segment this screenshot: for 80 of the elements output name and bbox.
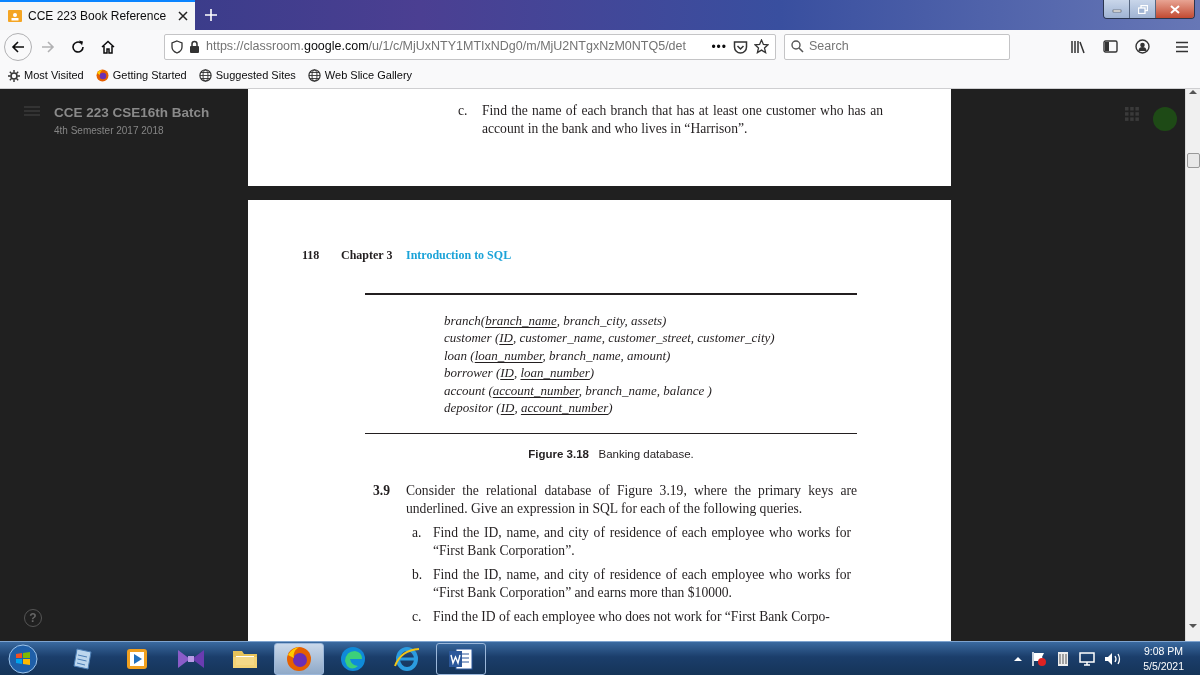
scrollbar[interactable]	[1185, 89, 1200, 641]
home-icon	[100, 38, 116, 55]
schema-line: branch(branch_name, branch_city, assets)	[444, 312, 668, 330]
close-icon	[177, 10, 189, 22]
scrollbar-thumb[interactable]	[1186, 153, 1200, 168]
class-subtitle: 4th Semester 2017 2018	[54, 124, 165, 138]
bookmark-item[interactable]: Suggested Sites	[198, 67, 296, 84]
browser-logo-icon	[286, 645, 312, 672]
sidebar-icon	[1102, 40, 1118, 53]
schema-line: borrower (ID, loan_number)	[444, 364, 596, 382]
bookmark-item[interactable]: Getting Started	[95, 67, 187, 84]
search-field[interactable]: Search	[784, 33, 1010, 60]
shield-icon	[171, 39, 183, 54]
pocket-icon[interactable]	[733, 39, 748, 54]
chapter-label: Chapter 3	[341, 247, 394, 263]
media-player-icon	[126, 647, 148, 670]
ring-logo-icon	[393, 645, 421, 672]
chapter-title: Introduction to SQL	[406, 247, 512, 263]
search-icon	[791, 40, 804, 53]
globe-icon	[198, 69, 212, 82]
page-actions-button[interactable]: •••	[711, 37, 727, 56]
clock-time: 9:08 PM	[1143, 643, 1184, 659]
classroom-icon	[8, 9, 22, 23]
show-hidden-icon[interactable]	[1014, 655, 1023, 662]
reload-icon	[70, 38, 86, 55]
gear-icon	[8, 69, 20, 82]
star-icon[interactable]	[754, 39, 769, 54]
notepad-icon	[71, 646, 95, 671]
item-letter: c.	[458, 102, 469, 120]
bookmark-item[interactable]: Web Slice Gallery	[307, 67, 413, 84]
browser-tab[interactable]: CCE 223 Book Reference	[0, 0, 195, 30]
question-text: Find the ID, name, and city of residence of each employee who works for “First Bank Corporation” and earns more than $10000.	[433, 566, 851, 603]
close-window-button[interactable]	[1156, 0, 1194, 18]
exercise-text: Consider the relational database of Figure 3.19, where the primary keys are underlined. Give an expression in SQL for each of the following queries.	[406, 482, 857, 519]
question-text: Find the name of each branch that has at least one customer who has an account in the bank and who lives in “Harrison”.	[482, 102, 883, 138]
close-tab-button[interactable]	[177, 10, 189, 22]
system-clock[interactable]: 9:08 PM 5/5/2021	[1143, 643, 1184, 674]
start-button[interactable]	[6, 642, 40, 675]
figure-caption: Figure 3.18 Banking database.	[527, 447, 695, 463]
schema-line: customer (ID, customer_name, customer_street, customer_city)	[444, 329, 776, 347]
minimize-button[interactable]	[1104, 0, 1130, 18]
document-icon	[448, 646, 474, 671]
clock-date: 5/5/2021	[1143, 658, 1184, 674]
forward-arrow-icon	[40, 38, 56, 55]
question-text: Find the ID, name, and city of residence of each employee who works for “First Bank Corporation”.	[433, 524, 851, 561]
back-arrow-icon	[10, 38, 26, 55]
bookmark-item[interactable]: Most Visited	[8, 67, 84, 84]
tab-title: CCE 223 Book Reference	[28, 8, 168, 25]
restore-icon	[1137, 4, 1148, 14]
account-icon	[1134, 39, 1150, 54]
speaker-icon[interactable]	[1104, 651, 1123, 666]
page-number: 118	[302, 247, 321, 263]
lock-icon	[189, 40, 200, 53]
bowtie-icon	[177, 647, 205, 670]
class-title[interactable]: CCE 223 CSE16th Batch	[54, 105, 210, 121]
schema-line: depositor (ID, account_number)	[444, 399, 614, 417]
library-icon	[1070, 39, 1086, 54]
close-icon	[1170, 4, 1180, 14]
monitor-icon[interactable]	[1079, 651, 1096, 666]
windows-orb-icon	[8, 643, 38, 674]
exercise-number: 3.9	[373, 482, 391, 501]
taskbar-app[interactable]	[274, 642, 324, 675]
menu-icon	[1175, 40, 1189, 53]
globe-icon	[307, 69, 321, 82]
schema-line: account (account_number, branch_name, balance )	[444, 381, 713, 400]
url-text: https://classroom.google.com/u/1/c/MjUxNTY1MTIxNDg0/m/MjU2NTgxNzM0NTQ5/det	[206, 38, 687, 56]
scroll-down-icon[interactable]	[1189, 622, 1197, 629]
maximize-button[interactable]	[1130, 0, 1156, 18]
taskbar-app[interactable]	[436, 642, 486, 675]
item-letter: b.	[412, 566, 424, 585]
flag-icon[interactable]	[1031, 650, 1048, 667]
browser-logo-icon	[95, 69, 109, 82]
network-icon[interactable]	[1056, 650, 1071, 667]
plus-icon	[204, 8, 218, 22]
item-letter: c.	[412, 608, 423, 627]
address-bar[interactable]: https://classroom.google.com/u/1/c/MjUxNTY1MTIxNDg0/m/MjU2NTgxNzM0NTQ5/det •••	[164, 33, 776, 60]
swirl-icon	[340, 645, 366, 672]
question-text: Find the ID of each employee who does not work for “First Bank Corpo-	[433, 608, 831, 627]
item-letter: a.	[412, 524, 423, 543]
schema-line: loan (loan_number, branch_name, amount)	[444, 346, 672, 365]
